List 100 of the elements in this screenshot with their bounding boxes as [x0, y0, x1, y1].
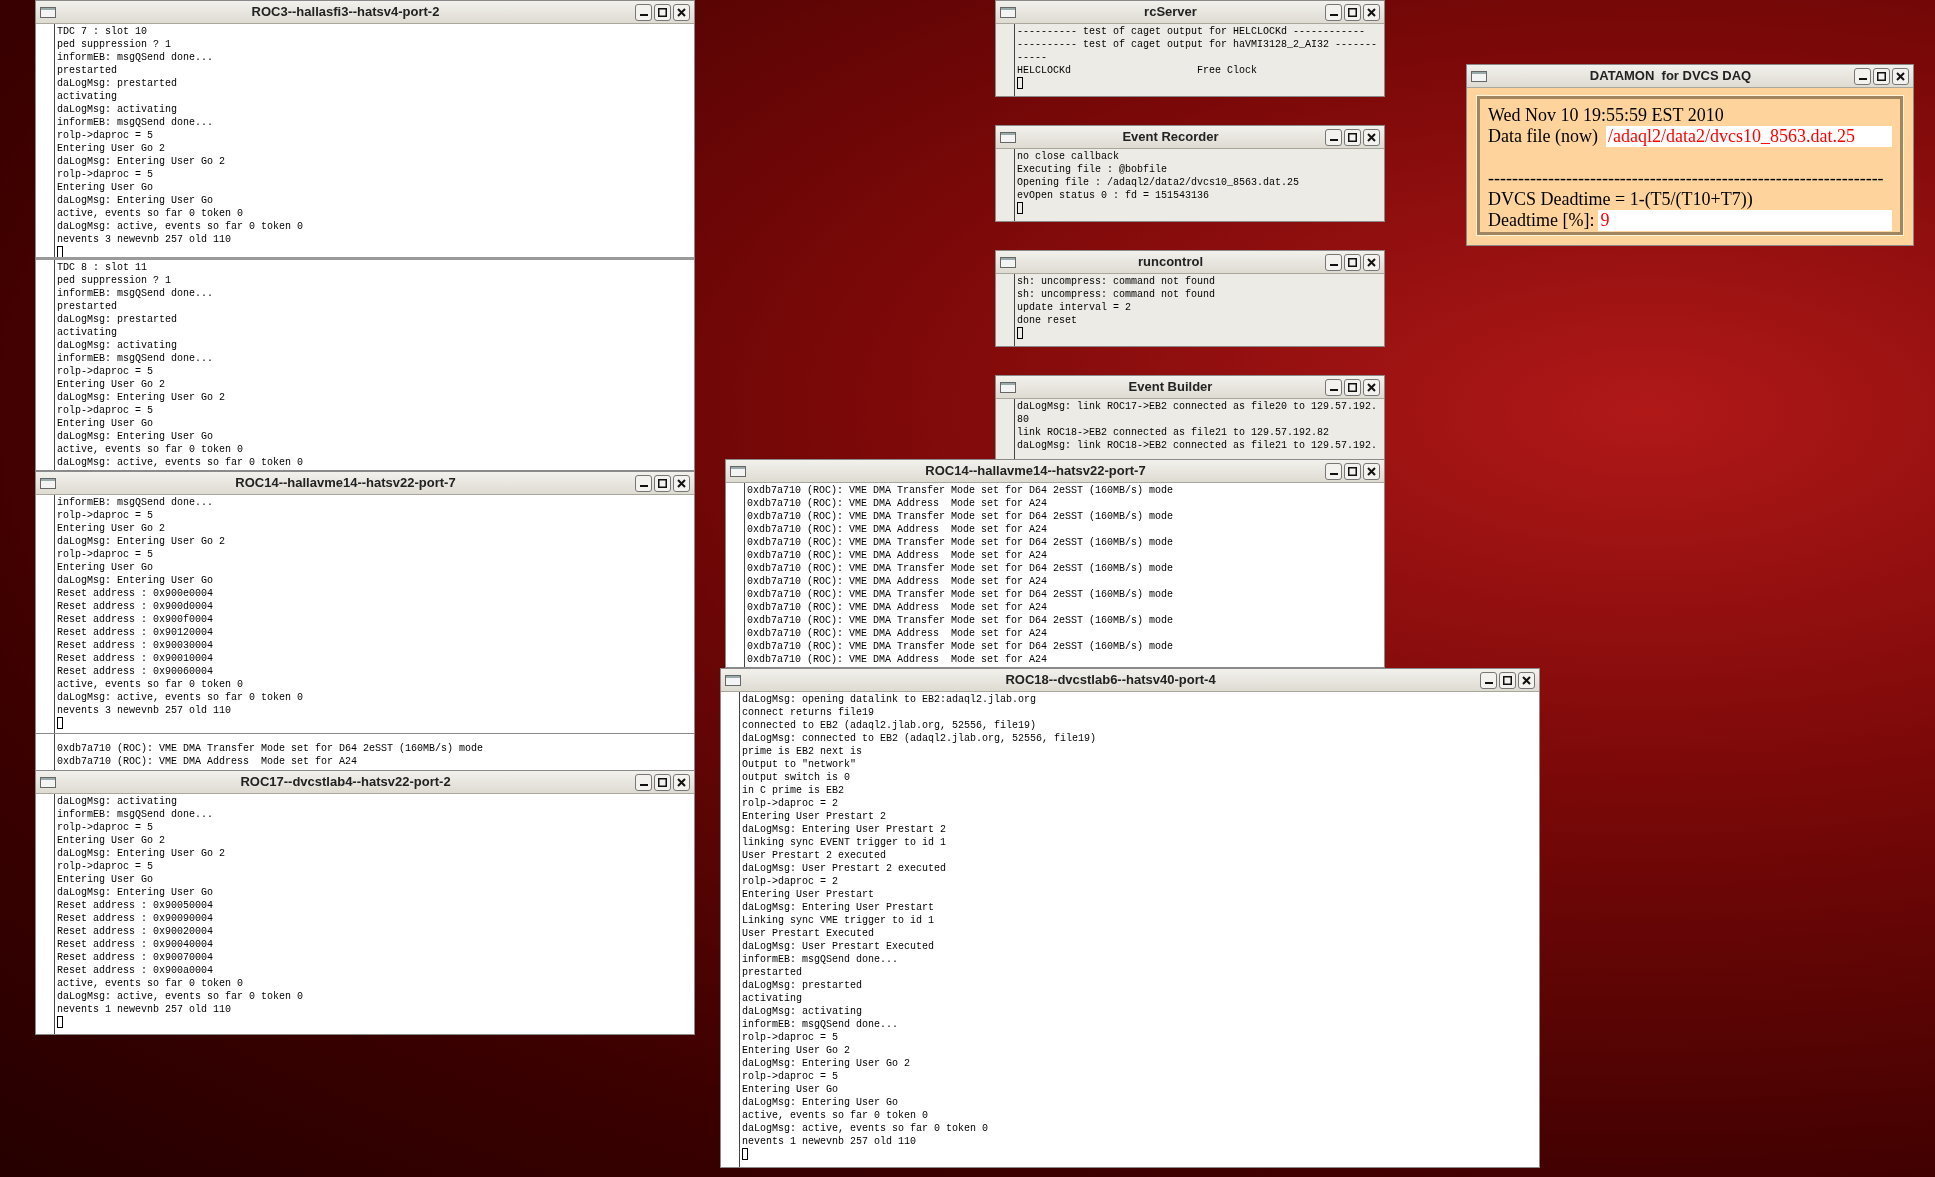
terminal-line: Entering User Go 2	[742, 1044, 851, 1057]
close-button[interactable]	[1892, 67, 1909, 85]
terminal-line: Entering User Go	[57, 561, 153, 574]
window-menu-icon[interactable]	[725, 674, 741, 686]
maximize-icon	[1348, 466, 1357, 476]
terminal-line: daLogMsg: User Prestart 2 executed	[742, 862, 947, 875]
terminal-line: update interval = 2	[1017, 301, 1132, 314]
minimize-button[interactable]	[1325, 3, 1342, 21]
terminal-line: 0xdb7a710 (ROC): VME DMA Address Mode set for A24	[747, 627, 1048, 640]
maximize-button[interactable]	[1499, 671, 1516, 689]
window-menu-icon[interactable]	[1000, 131, 1016, 143]
window-title: ROC17--dvcstlab4--hatsv22-port-2	[240, 773, 451, 792]
terminal-line: Reset address : 0x90020004	[57, 925, 214, 938]
minimize-button[interactable]	[1325, 378, 1342, 396]
maximize-button[interactable]	[1344, 253, 1361, 271]
window-menu-icon[interactable]	[1000, 381, 1016, 393]
date-time-text: Wed Nov 10 19:55:59 EST 2010	[1488, 105, 1724, 126]
window-menu-icon[interactable]	[730, 465, 746, 477]
maximize-button[interactable]	[654, 474, 671, 492]
data-file-field: /adaql2/data2/dvcs10_8563.dat.25	[1605, 126, 1892, 147]
terminal-line: daLogMsg: Entering User Go	[57, 194, 214, 207]
window-menu-icon[interactable]	[1000, 256, 1016, 268]
terminal-line: ---------- test of caget output for haVMI3128_2_AI32 -------	[1017, 38, 1378, 51]
terminal-line: 0xdb7a710 (ROC): VME DMA Transfer Mode set for D64 2eSST (160MB/s) mode	[747, 614, 1174, 627]
terminal-line: daLogMsg: Entering User Go	[57, 430, 214, 443]
terminal-line: ped suppression ? 1	[57, 38, 172, 51]
terminal-line: 0xdb7a710 (ROC): VME DMA Transfer Mode set for D64 2eSST (160MB/s) mode	[747, 510, 1174, 523]
terminal-line: 0xdb7a710 (ROC): VME DMA Address Mode set for A24	[747, 523, 1048, 536]
terminal-line: daLogMsg: Entering User Go 2	[57, 155, 226, 168]
minimize-button[interactable]	[1325, 462, 1342, 480]
close-button[interactable]	[1363, 3, 1380, 21]
terminal-line: informEB: msgQSend done...	[742, 953, 899, 966]
terminal-line: rolp->daproc = 5	[57, 404, 153, 417]
close-button[interactable]	[1363, 378, 1380, 396]
maximize-button[interactable]	[1344, 3, 1361, 21]
maximize-button[interactable]	[1873, 67, 1890, 85]
separator-line: ------------------------------------------------------------------	[1488, 168, 1884, 189]
terminal-line: rolp->daproc = 5	[57, 509, 153, 522]
terminal-line: Entering User Go 2	[57, 378, 166, 391]
terminal-line: active, events so far 0 token 0	[57, 443, 244, 456]
maximize-button[interactable]	[654, 773, 671, 791]
terminal-line: nevents 3 newevnb 257 old 110	[57, 704, 232, 717]
maximize-icon	[658, 7, 667, 17]
terminal-line: Opening file : /adaql2/data2/dvcs10_8563.dat.25	[1017, 176, 1300, 189]
terminal-line: rolp->daproc = 5	[57, 168, 153, 181]
terminal-line: Entering User Prestart	[742, 888, 875, 901]
window-menu-icon[interactable]	[1471, 70, 1487, 82]
minimize-button[interactable]	[1325, 128, 1342, 146]
terminal-line: daLogMsg: Entering User Prestart	[742, 901, 935, 914]
terminal-line: daLogMsg: Entering User Go	[742, 1096, 899, 1109]
maximize-button[interactable]	[1344, 462, 1361, 480]
terminal-line: Entering User Go 2	[57, 834, 166, 847]
close-button[interactable]	[673, 3, 690, 21]
minimize-button[interactable]	[1325, 253, 1342, 271]
close-button[interactable]	[1363, 462, 1380, 480]
minimize-button[interactable]	[1854, 67, 1871, 85]
deadtime-label: Deadtime [%]:	[1488, 210, 1595, 231]
terminal-line: rolp->daproc = 5	[57, 821, 153, 834]
terminal-line: daLogMsg: Entering User Go 2	[57, 535, 226, 548]
terminal-line: Entering User Go 2	[57, 142, 166, 155]
terminal-line: active, events so far 0 token 0	[57, 977, 244, 990]
close-icon	[1367, 7, 1376, 17]
terminal-line: informEB: msgQSend done...	[57, 352, 214, 365]
minimize-button[interactable]	[635, 773, 652, 791]
terminal-line: Executing file : @bobfile	[1017, 163, 1168, 176]
terminal-line: nevents 3 newevnb 257 old 110	[57, 233, 232, 246]
window-menu-icon[interactable]	[40, 477, 56, 489]
close-button[interactable]	[1518, 671, 1535, 689]
terminal-line: rolp->daproc = 2	[742, 875, 838, 888]
maximize-icon	[658, 478, 667, 488]
minimize-button[interactable]	[635, 3, 652, 21]
terminal-line: 0xdb7a710 (ROC): VME DMA Transfer Mode set for D64 2eSST (160MB/s) mode	[747, 562, 1174, 575]
terminal-line: 0xdb7a710 (ROC): VME DMA Address Mode set for A24	[57, 755, 358, 768]
maximize-button[interactable]	[1344, 128, 1361, 146]
terminal-line: daLogMsg: active, events so far 0 token 0	[57, 691, 304, 704]
minimize-button[interactable]	[635, 474, 652, 492]
window-title: ROC14--hallavme14--hatsv22-port-7	[925, 462, 1146, 481]
close-button[interactable]	[673, 474, 690, 492]
terminal-line: Reset address : 0x90060004	[57, 665, 214, 678]
minimize-button[interactable]	[1480, 671, 1497, 689]
close-button[interactable]	[673, 773, 690, 791]
close-button[interactable]	[1363, 253, 1380, 271]
window-title: rcServer	[1144, 3, 1197, 22]
terminal-line: daLogMsg: active, events so far 0 token 0	[57, 990, 304, 1003]
maximize-icon	[1503, 675, 1512, 685]
terminal-line: 0xdb7a710 (ROC): VME DMA Transfer Mode set for D64 2eSST (160MB/s) mode	[57, 742, 484, 755]
window-menu-icon[interactable]	[40, 6, 56, 18]
maximize-button[interactable]	[654, 3, 671, 21]
terminal-line: Reset address : 0x90030004	[57, 639, 214, 652]
terminal-line: prime is EB2 next is	[742, 745, 863, 758]
close-button[interactable]	[1363, 128, 1380, 146]
terminal-line: rolp->daproc = 5	[57, 548, 153, 561]
maximize-icon	[1348, 257, 1357, 267]
terminal-line: link ROC18->EB2 connected as file21 to 129.57.192.82	[1017, 426, 1330, 439]
terminal-line: daLogMsg: Entering User Prestart 2	[742, 823, 947, 836]
window-menu-icon[interactable]	[40, 776, 56, 788]
maximize-button[interactable]	[1344, 378, 1361, 396]
window-menu-icon[interactable]	[1000, 6, 1016, 18]
maximize-icon	[1877, 71, 1886, 81]
terminal-line: Entering User Go	[57, 873, 153, 886]
